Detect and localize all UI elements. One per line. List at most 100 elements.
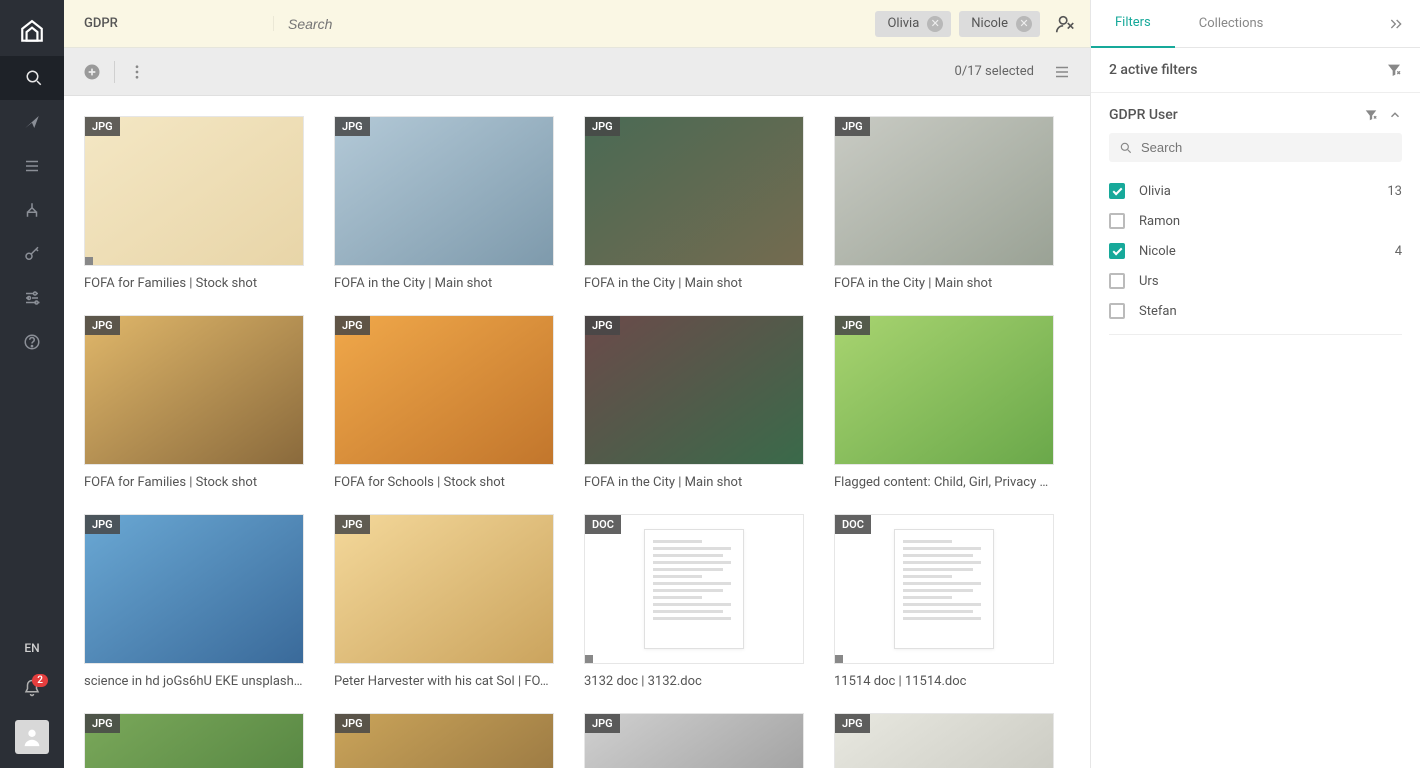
filetype-badge: JPG (85, 515, 120, 534)
filter-option-label: Nicole (1139, 244, 1395, 259)
asset-card[interactable]: JPG (84, 713, 304, 768)
asset-thumbnail[interactable]: JPG (584, 116, 804, 266)
asset-title: 3132 doc | 3132.doc (584, 674, 804, 689)
collapse-section-icon[interactable] (1388, 108, 1402, 122)
search-context-label: GDPR (74, 16, 274, 31)
filetype-badge: JPG (585, 714, 620, 733)
asset-card[interactable]: JPGscience in hd joGs6hU EKE unsplash… (84, 514, 304, 689)
filetype-badge: DOC (585, 515, 621, 534)
filter-section-title: GDPR User (1109, 107, 1354, 123)
rail-tree-icon[interactable] (0, 188, 64, 232)
right-panel: Filters Collections 2 active filters GDP… (1090, 0, 1420, 768)
chip-label: Olivia (887, 16, 919, 31)
asset-thumbnail[interactable]: JPG (584, 713, 804, 768)
chip-remove-icon[interactable]: ✕ (927, 16, 943, 32)
asset-card[interactable]: JPGFOFA for Schools | Stock shot (334, 315, 554, 490)
panel-collapse-icon[interactable] (1376, 16, 1416, 32)
asset-thumbnail[interactable]: JPG (834, 116, 1054, 266)
asset-thumbnail[interactable]: JPG (834, 713, 1054, 768)
more-menu-button[interactable] (123, 58, 151, 86)
filetype-badge: JPG (335, 117, 370, 136)
asset-card[interactable]: JPG (834, 713, 1054, 768)
chip-label: Nicole (971, 16, 1008, 31)
asset-thumbnail[interactable]: JPG (84, 514, 304, 664)
asset-card[interactable]: JPG (584, 713, 804, 768)
status-dot-icon (835, 655, 843, 663)
asset-thumbnail[interactable]: JPG (84, 116, 304, 266)
tab-filters[interactable]: Filters (1091, 0, 1175, 48)
rail-sliders-icon[interactable] (0, 276, 64, 320)
user-filter-icon[interactable] (1050, 9, 1080, 39)
asset-title: Peter Harvester with his cat Sol | FO… (334, 674, 554, 689)
search-input[interactable] (274, 16, 875, 32)
asset-card[interactable]: JPGFOFA in the City | Main shot (584, 116, 804, 291)
language-switcher[interactable]: EN (24, 630, 39, 666)
asset-thumbnail[interactable]: JPG (334, 315, 554, 465)
filter-option[interactable]: Stefan (1109, 296, 1402, 326)
asset-thumbnail[interactable]: DOC (584, 514, 804, 664)
filetype-badge: JPG (835, 316, 870, 335)
rail-search-icon[interactable] (0, 56, 64, 100)
checkbox[interactable] (1109, 243, 1125, 259)
active-filters-header: 2 active filters (1091, 48, 1420, 93)
checkbox[interactable] (1109, 183, 1125, 199)
add-button[interactable] (78, 58, 106, 86)
clear-section-icon[interactable] (1364, 108, 1378, 122)
asset-card[interactable]: DOC 3132 doc | 3132.doc (584, 514, 804, 689)
filter-option-label: Stefan (1139, 304, 1402, 319)
checkbox[interactable] (1109, 213, 1125, 229)
filter-search-input[interactable] (1141, 140, 1392, 155)
active-filters-label: 2 active filters (1109, 62, 1376, 78)
asset-card[interactable]: JPG FOFA for Families | Stock shot (84, 315, 304, 490)
nav-rail: EN 2 (0, 0, 64, 768)
doc-preview (894, 529, 994, 649)
filter-chip[interactable]: Nicole ✕ (959, 11, 1040, 37)
rail-key-icon[interactable] (0, 232, 64, 276)
status-dot-icon (585, 655, 593, 663)
asset-thumbnail[interactable]: JPG (84, 315, 304, 465)
asset-thumbnail[interactable]: JPG (334, 116, 554, 266)
rail-help-icon[interactable] (0, 320, 64, 364)
asset-card[interactable]: JPGFlagged content: Child, Girl, Privacy… (834, 315, 1054, 490)
filter-option[interactable]: Olivia13 (1109, 176, 1402, 206)
clear-filters-icon[interactable] (1386, 62, 1402, 78)
filter-option[interactable]: Nicole4 (1109, 236, 1402, 266)
asset-title: FOFA for Families | Stock shot (84, 475, 304, 490)
asset-thumbnail[interactable]: JPG (584, 315, 804, 465)
filter-option-count: 13 (1387, 184, 1402, 199)
asset-thumbnail[interactable]: DOC (834, 514, 1054, 664)
filetype-badge: JPG (85, 714, 120, 733)
filter-option[interactable]: Ramon (1109, 206, 1402, 236)
user-avatar[interactable] (15, 720, 49, 754)
notifications-button[interactable]: 2 (0, 666, 64, 710)
tab-collections[interactable]: Collections (1175, 0, 1288, 48)
filetype-badge: JPG (85, 117, 120, 136)
checkbox[interactable] (1109, 273, 1125, 289)
asset-title: FOFA in the City | Main shot (834, 276, 1054, 291)
asset-thumbnail[interactable]: JPG (834, 315, 1054, 465)
asset-card[interactable]: JPGFOFA for Families | Stock shot (84, 116, 304, 291)
filter-option[interactable]: Urs (1109, 266, 1402, 296)
rail-list-icon[interactable] (0, 144, 64, 188)
asset-card[interactable]: JPG (334, 713, 554, 768)
filter-chip[interactable]: Olivia ✕ (875, 11, 951, 37)
asset-title: 11514 doc | 11514.doc (834, 674, 1054, 689)
view-options-button[interactable] (1048, 58, 1076, 86)
app-logo (8, 8, 56, 56)
filter-option-label: Urs (1139, 274, 1402, 289)
asset-card[interactable]: JPGFOFA in the City | Main shot (584, 315, 804, 490)
filetype-badge: DOC (835, 515, 871, 534)
selection-count: 0/17 selected (955, 64, 1034, 79)
asset-card[interactable]: JPGFOFA in the City | Main shot (334, 116, 554, 291)
asset-thumbnail[interactable]: JPG (84, 713, 304, 768)
asset-thumbnail[interactable]: JPG (334, 713, 554, 768)
asset-card[interactable]: JPG Peter Harvester with his cat Sol | FO… (334, 514, 554, 689)
asset-thumbnail[interactable]: JPG (334, 514, 554, 664)
filter-search[interactable] (1109, 133, 1402, 162)
checkbox[interactable] (1109, 303, 1125, 319)
chip-remove-icon[interactable]: ✕ (1016, 16, 1032, 32)
rail-share-icon[interactable] (0, 100, 64, 144)
status-dot-icon (85, 257, 93, 265)
asset-card[interactable]: DOC 11514 doc | 11514.doc (834, 514, 1054, 689)
asset-card[interactable]: JPG FOFA in the City | Main shot (834, 116, 1054, 291)
